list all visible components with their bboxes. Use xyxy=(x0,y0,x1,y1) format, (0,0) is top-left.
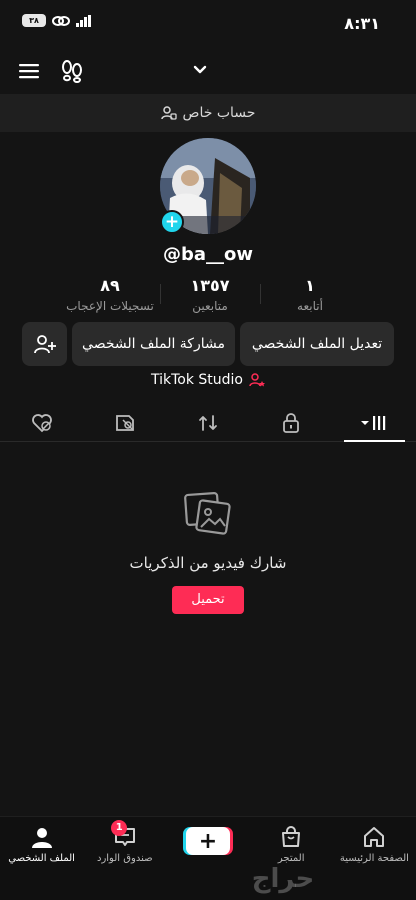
tab-reposts[interactable] xyxy=(166,404,249,441)
shop-bag-icon xyxy=(279,825,303,849)
stat-following-label: أتابعه xyxy=(297,299,323,313)
status-time: ٨:٣١ xyxy=(344,14,380,33)
share-profile-button[interactable]: مشاركة الملف الشخصي xyxy=(72,322,235,366)
private-user-icon xyxy=(160,105,177,121)
stat-divider xyxy=(160,284,161,304)
stat-likes[interactable]: ٨٩ تسجيلات الإعجاب xyxy=(60,276,160,318)
stat-likes-value: ٨٩ xyxy=(100,276,120,295)
home-icon xyxy=(362,825,386,849)
username: @ba__ow xyxy=(162,244,254,265)
tag-icon xyxy=(114,413,136,433)
stat-followers[interactable]: ١٣٥٧ متابعين xyxy=(160,276,260,318)
tab-private[interactable] xyxy=(250,404,333,441)
add-story-button[interactable]: + xyxy=(160,210,184,234)
stat-followers-value: ١٣٥٧ xyxy=(190,276,230,295)
profile-actions: تعديل الملف الشخصي مشاركة الملف الشخصي xyxy=(22,322,394,366)
lock-icon xyxy=(282,412,300,433)
edit-profile-button[interactable]: تعديل الملف الشخصي xyxy=(240,322,394,366)
stat-followers-label: متابعين xyxy=(192,299,228,313)
studio-user-icon xyxy=(249,372,265,388)
chevron-down-icon[interactable] xyxy=(190,60,210,80)
nav-profile-label: الملف الشخصي xyxy=(8,853,75,864)
status-bar: ٨:٣١ ٣٨ xyxy=(0,0,416,44)
avatar-container[interactable]: + xyxy=(160,138,256,234)
profile-stats: ١ أتابعه ١٣٥٧ متابعين ٨٩ تسجيلات الإعجاب xyxy=(60,276,360,318)
battery-icon: ٣٨ xyxy=(22,14,46,27)
tiktok-studio-link[interactable]: TikTok Studio xyxy=(0,372,416,388)
nav-home-label: الصفحة الرئيسية xyxy=(339,853,409,864)
photos-icon xyxy=(184,490,232,540)
add-user-icon xyxy=(33,334,56,354)
status-icons: ٣٨ xyxy=(22,14,92,27)
nav-shop-label: المتجر xyxy=(277,853,305,864)
link-icon xyxy=(52,15,70,27)
tab-videos[interactable] xyxy=(333,404,416,442)
repost-icon xyxy=(197,413,219,433)
tiktok-studio-label: TikTok Studio xyxy=(150,372,243,388)
nav-profile[interactable]: الملف الشخصي xyxy=(0,817,83,900)
nav-inbox[interactable]: 1 صندوق الوارد xyxy=(83,817,166,900)
private-account-label: حساب خاص xyxy=(182,105,256,121)
stat-divider xyxy=(260,284,261,304)
content-tabs xyxy=(0,404,416,442)
tab-tagged[interactable] xyxy=(83,404,166,441)
upload-button[interactable]: تحميل xyxy=(172,586,244,614)
add-friend-button[interactable] xyxy=(22,322,67,366)
tab-liked[interactable] xyxy=(0,404,83,441)
top-bar xyxy=(0,50,416,92)
grid-icon xyxy=(359,414,389,432)
signal-icon xyxy=(76,14,92,27)
nav-inbox-label: صندوق الوارد xyxy=(97,853,153,864)
profile-icon xyxy=(30,825,54,849)
menu-icon[interactable] xyxy=(18,60,40,82)
private-account-banner: حساب خاص xyxy=(0,94,416,132)
watermark-logo: حراج xyxy=(251,864,315,894)
footprints-icon[interactable] xyxy=(60,58,84,84)
stat-following-value: ١ xyxy=(305,276,315,295)
stat-following[interactable]: ١ أتابعه xyxy=(260,276,360,318)
empty-state: شارك فيديو من الذكريات تحميل xyxy=(0,490,416,614)
liked-hidden-icon xyxy=(31,413,53,433)
empty-state-text: شارك فيديو من الذكريات xyxy=(129,554,287,572)
create-button[interactable]: + xyxy=(186,827,230,855)
stat-likes-label: تسجيلات الإعجاب xyxy=(66,299,154,313)
